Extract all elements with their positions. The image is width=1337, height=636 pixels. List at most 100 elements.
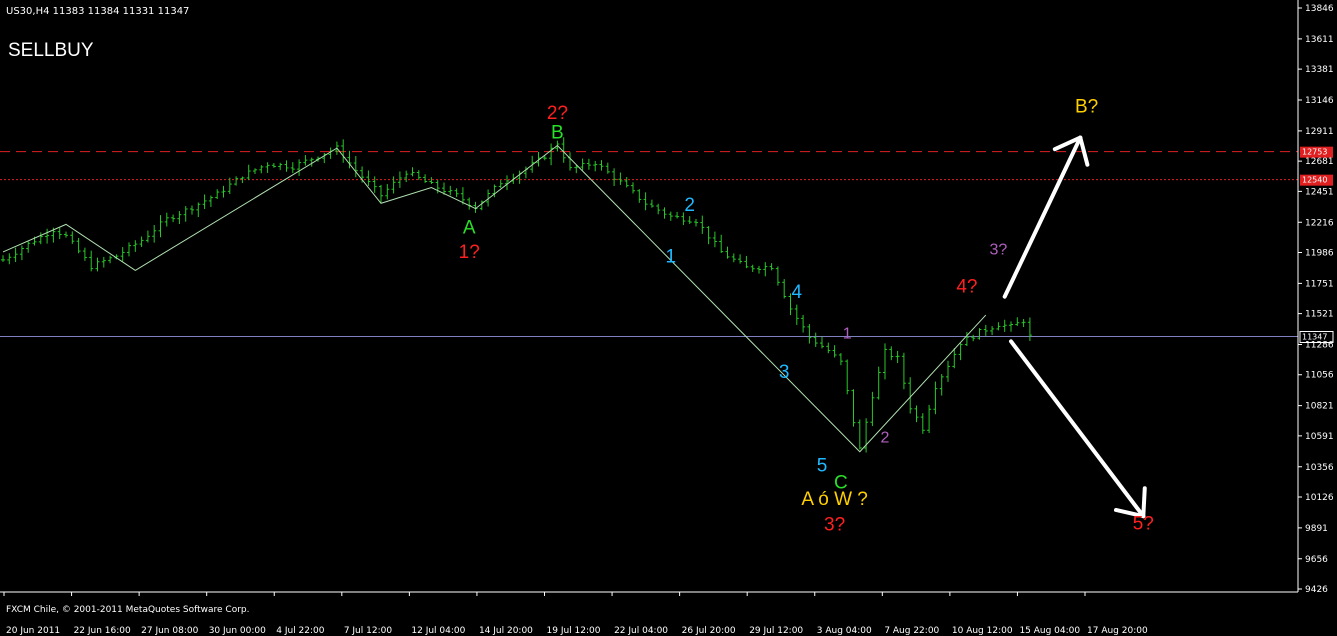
ohlc-bar [253, 168, 257, 174]
ohlc-bar [171, 214, 176, 223]
ohlc-bar [423, 174, 428, 183]
ohlc-bar [1027, 317, 1032, 342]
wave-label: 4? [956, 277, 977, 298]
ohlc-bar [675, 211, 680, 219]
ohlc-bar [757, 265, 761, 274]
price-tick-label: 11056 [1305, 371, 1334, 381]
ohlc-bar [416, 170, 421, 180]
ohlc-bar [807, 324, 812, 344]
ohlc-bars [1, 137, 1032, 453]
time-tick-label: 15 Aug 04:00 [1019, 626, 1080, 636]
ohlc-bar [706, 226, 711, 245]
ohlc-bar [687, 216, 692, 224]
ohlc-bar [385, 184, 390, 200]
projection-arrow [1002, 135, 1090, 299]
ohlc-bar [366, 170, 371, 186]
ohlc-bar [45, 228, 50, 244]
price-tick-label: 12681 [1305, 157, 1334, 167]
ohlc-bar [939, 374, 944, 396]
ohlc-bar [303, 155, 308, 166]
wave-label: 2? [547, 103, 568, 124]
ohlc-bar [990, 326, 995, 336]
time-tick-label: 29 Jul 12:00 [749, 626, 803, 636]
ohlc-bar [883, 343, 887, 380]
arrow-head [1078, 135, 1090, 167]
level-label: 12753 [1302, 148, 1327, 157]
ohlc-bar [977, 328, 982, 340]
ohlc-bar [1, 255, 5, 262]
ohlc-bar [775, 266, 780, 286]
ohlc-bar [889, 346, 894, 361]
price-tick-label: 12216 [1305, 218, 1334, 228]
time-tick-label: 22 Jun 16:00 [74, 626, 131, 636]
ohlc-bar [864, 418, 869, 453]
price-tick-label: 13611 [1305, 35, 1334, 45]
ohlc-bar [13, 247, 18, 263]
ohlc-bar [379, 184, 383, 203]
ohlc-bar [183, 206, 188, 222]
ohlc-bar [196, 202, 201, 218]
ohlc-bar [57, 227, 62, 240]
ohlc-bar [832, 345, 837, 358]
ohlc-bar [662, 207, 667, 219]
ohlc-bar [593, 160, 598, 172]
level-label: 12540 [1302, 176, 1327, 185]
price-tick-label: 11986 [1305, 248, 1334, 258]
wave-label: 1? [459, 242, 480, 263]
ohlc-bar [914, 405, 919, 423]
ohlc-bar [271, 163, 276, 168]
ohlc-bar [719, 234, 724, 254]
ohlc-bar [64, 231, 68, 238]
ohlc-bar [391, 176, 396, 194]
wave-label: 2 [684, 195, 695, 216]
ohlc-bar [895, 350, 900, 364]
ohlc-bar [744, 255, 749, 269]
time-tick-label: 12 Jul 04:00 [411, 626, 465, 636]
ohlc-bar [599, 160, 604, 171]
ohlc-bar [643, 192, 648, 211]
wave-label: 3? [990, 242, 1008, 259]
ohlc-bar [927, 404, 932, 433]
ohlc-bar [605, 162, 610, 174]
ohlc-bar [89, 250, 94, 272]
wave-label: 3? [824, 515, 845, 536]
ohlc-bar [851, 389, 856, 427]
ohlc-bar [133, 240, 138, 252]
chart-window: 12753 12540 11347 2? B A 1? 2 1 4 3 5 C A ó W ? 3? 1 2 3… [0, 0, 1337, 636]
ohlc-bar [202, 194, 207, 210]
ohlc-bar [1021, 319, 1026, 328]
ohlc-bar [95, 257, 100, 272]
ohlc-bar [108, 255, 113, 264]
time-tick-label: 20 Jun 2011 [6, 626, 60, 636]
ohlc-bar [221, 185, 226, 198]
time-tick-label: 26 Jul 20:00 [682, 626, 736, 636]
ohlc-bar [586, 158, 591, 170]
ohlc-bar [404, 170, 409, 183]
time-tick-label: 27 Jun 08:00 [141, 626, 198, 636]
ohlc-bar [76, 237, 81, 254]
ohlc-bar [70, 231, 75, 244]
ohlc-bar [946, 360, 950, 382]
ohlc-bar [668, 211, 673, 221]
ohlc-bar [297, 159, 302, 176]
ohlc-bar [19, 245, 24, 261]
ohlc-bar [429, 177, 434, 185]
ohlc-bar [152, 224, 157, 243]
ohlc-bar [101, 256, 106, 268]
ohlc-bar [1009, 321, 1013, 332]
wave-label: 1 [666, 246, 677, 267]
ohlc-bar [694, 218, 698, 227]
time-tick-label: 17 Aug 20:00 [1087, 626, 1148, 636]
time-tick-label: 10 Aug 12:00 [952, 626, 1013, 636]
ohlc-bar [656, 203, 661, 215]
wave-label: A [463, 218, 476, 239]
ohlc-bar [820, 336, 824, 349]
ohlc-bar [769, 263, 774, 271]
ohlc-bar [901, 352, 906, 390]
time-tick-label: 14 Jul 20:00 [479, 626, 533, 636]
price-chart[interactable]: 127531254011347 2?BA1?21435CA ó W ?3?123… [0, 0, 1337, 636]
time-tick-label: 19 Jul 12:00 [547, 626, 601, 636]
ohlc-bar [845, 359, 850, 395]
ohlc-bar [448, 185, 453, 196]
ohlc-bar [631, 182, 635, 194]
